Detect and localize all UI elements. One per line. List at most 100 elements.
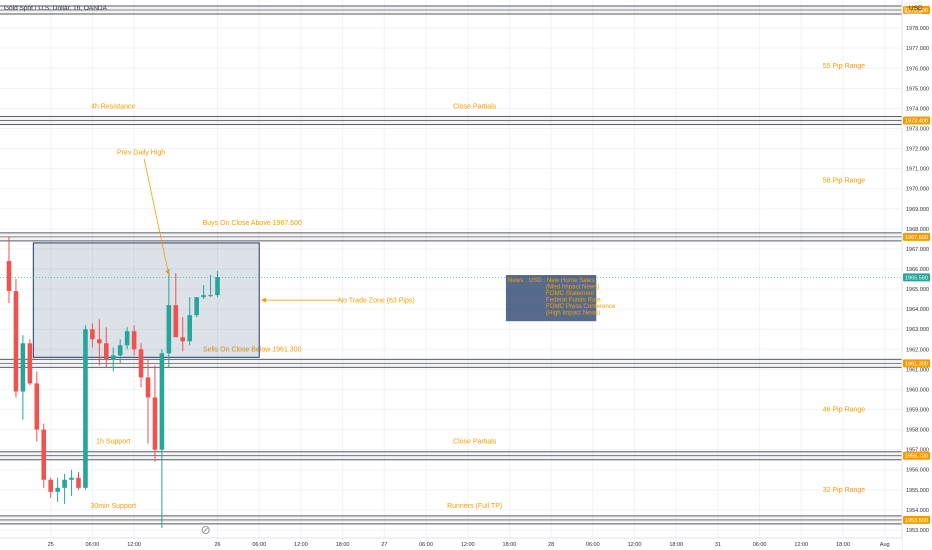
price-tick-label: 1973.000 xyxy=(906,126,929,132)
candle-body xyxy=(117,345,123,356)
candle-body xyxy=(110,355,116,360)
time-tick-label: 12:00 xyxy=(461,542,475,548)
level-label: Close Partials xyxy=(453,439,497,446)
time-tick-label: 12:00 xyxy=(127,542,141,548)
price-tick-label: 1965.000 xyxy=(906,287,929,293)
candle-body xyxy=(145,377,151,398)
price-tag-label: 1953.500 xyxy=(905,518,928,524)
price-tick-label: 1964.000 xyxy=(906,307,929,313)
price-tick-label: 1976.000 xyxy=(906,66,929,72)
candle-body xyxy=(62,479,67,488)
price-tick-label: 1960.000 xyxy=(906,387,929,393)
level-label: Buys On Close Above 1967.600 xyxy=(203,220,302,227)
level-label: 1h Support xyxy=(96,439,130,446)
candle-body xyxy=(152,397,158,450)
price-tag-label: 1967.600 xyxy=(905,235,928,241)
time-tick-label: 12:00 xyxy=(628,542,642,548)
candle-body xyxy=(166,305,172,354)
candle-body xyxy=(215,277,220,296)
candle-body xyxy=(138,349,144,378)
price-tick-label: 1959.000 xyxy=(906,408,929,414)
price-tick-label: 1974.000 xyxy=(906,106,929,112)
price-tick-label: 1956.000 xyxy=(906,468,929,474)
time-tick-label: 18:00 xyxy=(336,542,350,548)
time-tick-label: 18:00 xyxy=(669,542,683,548)
candle-body xyxy=(27,343,33,384)
time-tick-label: 06:00 xyxy=(586,542,600,548)
candle-body xyxy=(13,291,19,392)
price-tick-label: 1970.000 xyxy=(906,187,929,193)
price-tick-label: 1977.000 xyxy=(906,46,929,52)
candle-body xyxy=(173,305,179,338)
price-tag-label: 1973.400 xyxy=(905,118,928,124)
price-tick-label: 1966.000 xyxy=(906,267,929,273)
no-trade-zone-box xyxy=(32,242,260,358)
level-label: Runners (Full TP) xyxy=(447,503,502,510)
range-label: 58 Pip Range xyxy=(823,178,866,185)
range-label: 46 Pip Range xyxy=(823,407,866,414)
candle-body xyxy=(131,331,137,350)
time-tick-label: 06:00 xyxy=(86,542,100,548)
symbol-title: Gold Spot / U.S. Dollar, 1h, OANDA xyxy=(4,5,108,12)
candle-body xyxy=(124,331,130,346)
candle-body xyxy=(55,487,60,492)
level-label: 30min Support xyxy=(90,503,136,510)
price-tag-label: 1961.300 xyxy=(905,361,928,367)
candle-body xyxy=(201,295,206,298)
candle-body xyxy=(208,295,213,297)
price-tick-label: 1975.000 xyxy=(906,86,929,92)
price-tick-label: 1967.000 xyxy=(906,247,929,253)
candle-body xyxy=(187,315,192,342)
candle-body xyxy=(104,343,109,360)
price-tick-label: 1962.000 xyxy=(906,347,929,353)
time-tick-label: 25 xyxy=(48,542,54,548)
range-label: 32 Pip Range xyxy=(823,487,866,494)
level-label: 4h Resistance xyxy=(91,103,135,110)
price-tag-label: 1956.700 xyxy=(905,454,928,460)
price-tick-label: 1968.000 xyxy=(906,227,929,233)
time-tick-label: 18:00 xyxy=(836,542,850,548)
time-tick-label: 06:00 xyxy=(753,542,767,548)
candle-body xyxy=(97,339,102,344)
candle-body xyxy=(20,343,26,392)
price-tick-label: 1972.000 xyxy=(906,147,929,153)
no-trade-zone-label: No Trade Zone (63 Pips) xyxy=(338,298,415,305)
price-tick-label: 1955.000 xyxy=(906,488,929,494)
time-tick-label: 18:00 xyxy=(503,542,517,548)
candle-body xyxy=(83,329,88,488)
no-trade-zone: No Trade Zone (63 Pips) xyxy=(32,242,415,358)
price-tick-label: 1961.000 xyxy=(906,367,929,373)
range-label: 55 Pip Range xyxy=(823,63,866,70)
price-tick-label: 1969.000 xyxy=(906,207,929,213)
candle-body xyxy=(69,477,74,480)
candle-body xyxy=(6,260,12,292)
price-tick-label: 1963.000 xyxy=(906,327,929,333)
time-tick-label: 27 xyxy=(381,542,387,548)
time-tick-label: 26 xyxy=(214,542,220,548)
prev-daily-high-label: Prev Daily High xyxy=(117,150,165,157)
price-tick-label: 1978.000 xyxy=(906,26,929,32)
candle-body xyxy=(48,479,53,492)
news-line: (High Impact News) xyxy=(546,310,600,317)
price-tick-label: 1954.000 xyxy=(906,508,929,514)
chart-svg: Daily ResistanceRunners (Full TP)4h Resi… xyxy=(0,0,932,550)
time-tick-label: 28 xyxy=(548,542,554,548)
time-tick-label: 06:00 xyxy=(419,542,433,548)
candle-body xyxy=(90,329,95,340)
time-tick-label: 06:00 xyxy=(252,542,266,548)
candle-body xyxy=(76,477,81,488)
time-tick-label: 12:00 xyxy=(794,542,808,548)
level-label: Close Partials xyxy=(453,103,497,110)
time-tick-label: 31 xyxy=(715,542,721,548)
current-price-tag-label: 1965.580 xyxy=(905,275,928,281)
price-tick-label: 1971.000 xyxy=(906,167,929,173)
no-trade-zone-arrowhead xyxy=(261,297,267,303)
time-tick-label: Aug xyxy=(880,542,890,548)
candle-body xyxy=(34,383,40,430)
candle-body xyxy=(159,353,165,450)
price-tick-label: 1958.000 xyxy=(906,428,929,434)
price-tick-label: 1953.000 xyxy=(906,528,929,534)
candle-body xyxy=(180,337,186,342)
candle-body xyxy=(41,429,47,480)
candle-body xyxy=(194,297,199,316)
